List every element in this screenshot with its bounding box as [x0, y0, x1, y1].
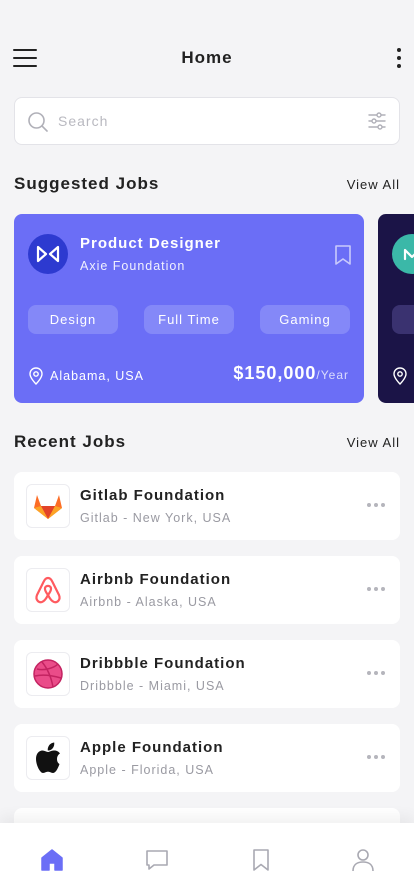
more-options-icon[interactable]	[367, 668, 387, 678]
job-card[interactable]	[378, 214, 414, 403]
list-item[interactable]: Airbnb Foundation Airbnb - Alaska, USA	[14, 556, 400, 624]
company-name: Gitlab Foundation	[80, 487, 226, 504]
apple-logo-icon	[26, 736, 70, 780]
recent-jobs-header: Recent Jobs View All	[14, 430, 400, 454]
location-pin-icon	[29, 367, 43, 385]
app-header: Home	[0, 40, 414, 76]
list-item[interactable]: Gitlab Foundation Gitlab - New York, USA	[14, 472, 400, 540]
job-salary: $150,000/Year	[233, 363, 349, 384]
search-input[interactable]	[58, 108, 358, 134]
salary-amount: $150,000	[233, 363, 317, 383]
job-title: Product Designer	[80, 235, 222, 252]
page-title: Home	[181, 48, 233, 67]
job-location: Alabama, USA	[28, 367, 144, 385]
gitlab-logo-icon	[26, 484, 70, 528]
company-location: Gitlab - New York, USA	[80, 511, 232, 525]
list-item[interactable]: Dribbble Foundation Dribbble - Miami, US…	[14, 640, 400, 708]
company-name: Airbnb Foundation	[80, 571, 232, 588]
section-title: Suggested Jobs	[14, 174, 160, 193]
search-icon	[28, 112, 48, 132]
search-bar	[14, 97, 400, 145]
company-location: Apple - Florida, USA	[80, 763, 214, 777]
more-options-icon[interactable]	[367, 584, 387, 594]
salary-period: /Year	[316, 368, 349, 382]
location-pin-icon	[393, 367, 407, 385]
company-name: Apple Foundation	[80, 739, 224, 756]
job-tag[interactable]	[392, 305, 414, 334]
airbnb-logo-icon	[26, 568, 70, 612]
job-tag[interactable]: Gaming	[260, 305, 350, 334]
section-title: Recent Jobs	[14, 432, 127, 451]
company-name: Dribbble Foundation	[80, 655, 246, 672]
suggested-jobs-carousel[interactable]: Product Designer Axie Foundation Design …	[14, 214, 414, 403]
chat-icon[interactable]	[144, 847, 170, 873]
more-options-icon[interactable]	[396, 46, 402, 70]
job-card[interactable]: Product Designer Axie Foundation Design …	[14, 214, 364, 403]
home-icon[interactable]	[39, 847, 65, 873]
list-item[interactable]: Apple Foundation Apple - Florida, USA	[14, 724, 400, 792]
bookmark-icon[interactable]	[334, 244, 352, 266]
job-company: Axie Foundation	[80, 259, 186, 273]
location-text: Alabama, USA	[50, 369, 144, 383]
partial-logo-icon	[392, 234, 414, 274]
company-location: Airbnb - Alaska, USA	[80, 595, 217, 609]
profile-icon[interactable]	[350, 847, 376, 873]
job-tag[interactable]: Design	[28, 305, 118, 334]
axie-logo-icon	[28, 234, 68, 274]
bottom-nav	[0, 823, 414, 896]
job-tag[interactable]: Full Time	[144, 305, 234, 334]
suggested-jobs-header: Suggested Jobs View All	[14, 172, 400, 196]
job-location	[392, 367, 414, 385]
view-all-recent-link[interactable]: View All	[347, 435, 400, 450]
filter-icon[interactable]	[367, 111, 387, 131]
view-all-suggested-link[interactable]: View All	[347, 177, 400, 192]
bookmark-icon[interactable]	[248, 847, 274, 873]
company-location: Dribbble - Miami, USA	[80, 679, 225, 693]
more-options-icon[interactable]	[367, 500, 387, 510]
dribbble-logo-icon	[26, 652, 70, 696]
more-options-icon[interactable]	[367, 752, 387, 762]
